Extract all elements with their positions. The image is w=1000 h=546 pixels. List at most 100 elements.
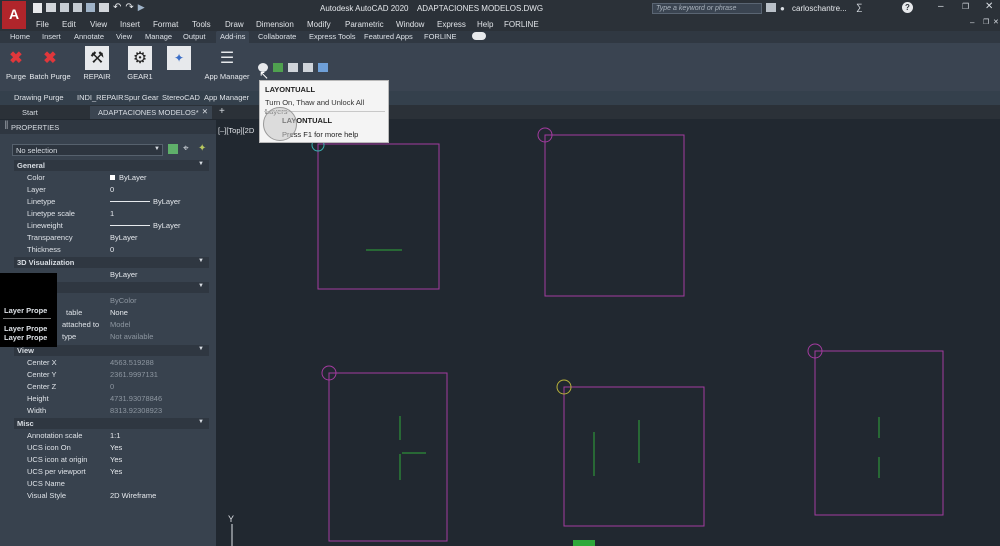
open-icon[interactable] [46,3,56,12]
menu-insert[interactable]: Insert [120,18,140,31]
new-icon[interactable] [33,3,42,13]
tab-active-document[interactable]: ADAPTACIONES MODELOS* ✕ [90,106,212,119]
tab-add-ins[interactable]: Add-ins [216,31,250,43]
save-icon[interactable] [60,3,69,12]
prop-row-ucs-per-viewport[interactable]: UCS per viewport Yes [14,466,209,478]
panel-stereocad[interactable]: StereoCAD [162,93,200,102]
user-icon[interactable]: ● [780,4,785,13]
panel-app-manager[interactable]: App Manager [204,93,249,102]
prop-row-linetype[interactable]: Linetype ByLayer [14,196,209,208]
search-box[interactable]: Type a keyword or phrase [652,3,762,14]
drawing-canvas[interactable]: [–][Top][2D Y [216,120,1000,546]
binoculars-icon[interactable] [766,3,776,12]
gear1-button[interactable]: ⚙ GEAR1 [126,46,154,81]
menu-dimension[interactable]: Dimension [256,18,294,31]
tab-annotate[interactable]: Annotate [74,31,104,43]
redo-icon[interactable]: ↷ [125,3,133,15]
prop-row-ucs-name[interactable]: UCS Name [14,478,209,490]
layer-box-icon[interactable] [318,63,328,72]
save-as-icon[interactable] [73,3,82,12]
menu-edit[interactable]: Edit [62,18,76,31]
batch-purge-button[interactable]: ✖ Batch Purge [28,46,72,81]
menu-help[interactable]: Help [477,18,493,31]
ribbon-toggle-icon[interactable] [472,32,486,40]
select-objects-icon[interactable]: ⌖ [183,143,189,154]
purge-button[interactable]: ✖ Purge [4,46,28,81]
undo-icon[interactable]: ↶ [113,3,121,15]
prop-row-transparency[interactable]: Transparency ByLayer [14,232,209,244]
menu-window[interactable]: Window [396,18,424,31]
tab-forline[interactable]: FORLINE [424,31,457,43]
user-name[interactable]: carloschantre... [792,4,847,13]
close-button[interactable]: ✕ [985,1,993,12]
app-manager-label: App Manager [204,72,250,81]
menu-parametric[interactable]: Parametric [345,18,384,31]
menu-modify[interactable]: Modify [307,18,331,31]
menu-forline[interactable]: FORLINE [504,18,539,31]
layer-popup-item[interactable]: Layer Prope [4,333,47,342]
prop-row-ucs-icon-on[interactable]: UCS icon On Yes [14,442,209,454]
tab-start[interactable]: Start [22,108,38,117]
palette-grip[interactable]: ║ [4,122,9,129]
menu-file[interactable]: File [36,18,49,31]
layer-walk-icon[interactable] [273,63,283,72]
menu-express[interactable]: Express [437,18,466,31]
selection-dropdown[interactable]: No selection ▼ [12,144,163,156]
toggle-pickadd-icon[interactable] [168,144,178,154]
panel-indi-repair[interactable]: INDI_REPAIR [77,93,124,102]
prop-row-width[interactable]: Width 8313.92308923 [14,405,209,417]
prop-row-height[interactable]: Height 4731.93078846 [14,393,209,405]
quick-select-icon[interactable]: ✦ [198,143,206,154]
prop-row-visual-style[interactable]: Visual Style 2D Wireframe [14,490,209,502]
panel-drawing-purge[interactable]: Drawing Purge [14,93,64,102]
repair-button[interactable]: ⚒ REPAIR [82,46,112,81]
layer-properties-popup[interactable]: Layer Prope Layer Prope Layer Prope [0,273,57,347]
prop-row-layer[interactable]: Layer 0 [14,184,209,196]
tab-manage[interactable]: Manage [145,31,172,43]
prop-row-ucs-icon-at-origin[interactable]: UCS icon at origin Yes [14,454,209,466]
tab-insert[interactable]: Insert [42,31,61,43]
tab-close-icon[interactable]: ✕ [202,107,208,116]
share-icon[interactable]: ▶ [138,3,145,15]
category-misc[interactable]: Misc ▼ [14,418,209,429]
layer-popup-item[interactable]: Layer Prope [4,324,47,333]
layer-copy-icon[interactable] [303,63,313,72]
add-tab-button[interactable]: + [219,106,225,117]
prop-row-center-x[interactable]: Center X 4563.519288 [14,357,209,369]
minimize-doc-button[interactable]: – [970,18,974,27]
tab-collaborate[interactable]: Collaborate [258,31,296,43]
web-icon[interactable] [86,3,95,12]
prop-row-thickness[interactable]: Thickness 0 [14,244,209,256]
tab-home[interactable]: Home [10,31,30,43]
autocad-logo-icon[interactable]: A [2,1,26,29]
prop-row-center-z[interactable]: Center Z 0 [14,381,209,393]
tab-view[interactable]: View [116,31,132,43]
minimize-button[interactable]: – [938,1,944,12]
restore-button[interactable]: ❐ [962,2,969,11]
menu-format[interactable]: Format [153,18,178,31]
panel-spur-gear[interactable]: Spur Gear [124,93,159,102]
restore-doc-button[interactable]: ❐ [983,18,989,26]
app-manager-button[interactable]: ☰ App Manager [203,46,251,81]
stereocad-button[interactable]: ✦ [166,46,192,72]
prop-row-annotation-scale[interactable]: Annotation scale 1:1 [14,430,209,442]
menu-view[interactable]: View [90,18,107,31]
prop-row-lineweight[interactable]: Lineweight ByLayer [14,220,209,232]
cart-icon[interactable]: ∑ [856,2,862,12]
category-general[interactable]: General ▼ [14,160,209,171]
prop-row-center-y[interactable]: Center Y 2361.9997131 [14,369,209,381]
layer-popup-item[interactable]: Layer Prope [4,306,47,315]
prop-row-color[interactable]: Color ByLayer [14,172,209,184]
tab-featured-apps[interactable]: Featured Apps [364,31,413,43]
category-3d-visualization[interactable]: 3D Visualization ▼ [14,257,209,268]
tab-express-tools[interactable]: Express Tools [309,31,356,43]
prop-value: 0 [110,185,115,194]
tab-output[interactable]: Output [183,31,206,43]
help-icon[interactable]: ? [902,2,913,13]
menu-draw[interactable]: Draw [225,18,244,31]
layer-list-icon[interactable] [288,63,298,72]
prop-row-linetype-scale[interactable]: Linetype scale 1 [14,208,209,220]
print-icon[interactable] [99,3,109,12]
menu-tools[interactable]: Tools [192,18,211,31]
close-doc-button[interactable]: ✕ [993,18,999,26]
